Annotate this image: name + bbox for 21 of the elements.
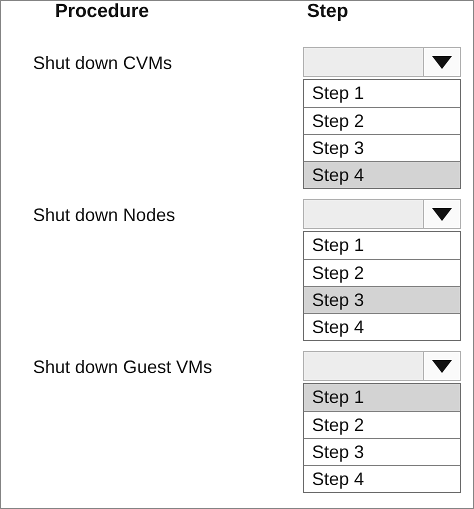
dropdown-option[interactable]: Step 1 xyxy=(304,384,460,411)
dropdown-option[interactable]: Step 3 xyxy=(304,438,460,465)
caret-icon xyxy=(432,360,452,372)
dropdown-option[interactable]: Step 4 xyxy=(304,161,460,188)
dropdown-option[interactable]: Step 3 xyxy=(304,286,460,313)
column-header: Procedure xyxy=(55,1,150,23)
step-dropdown[interactable] xyxy=(303,199,461,229)
dropdown-option[interactable]: Step 2 xyxy=(304,411,460,438)
dropdown-option[interactable]: Step 3 xyxy=(304,134,460,161)
dropdown-option[interactable]: Step 4 xyxy=(304,313,460,340)
caret-icon xyxy=(432,56,452,68)
dropdown-option[interactable]: Step 4 xyxy=(304,465,460,492)
caret-icon xyxy=(432,208,452,220)
dropdown-option[interactable]: Step 2 xyxy=(304,107,460,134)
step-dropdown[interactable] xyxy=(303,47,461,77)
procedure-label: Shut down Nodes xyxy=(33,205,176,226)
column-header: Step xyxy=(307,1,350,23)
procedure-label: Shut down CVMs xyxy=(33,53,172,74)
step-dropdown[interactable] xyxy=(303,351,461,381)
procedure-label: Shut down Guest VMs xyxy=(33,357,212,378)
dropdown-option[interactable]: Step 2 xyxy=(304,259,460,286)
